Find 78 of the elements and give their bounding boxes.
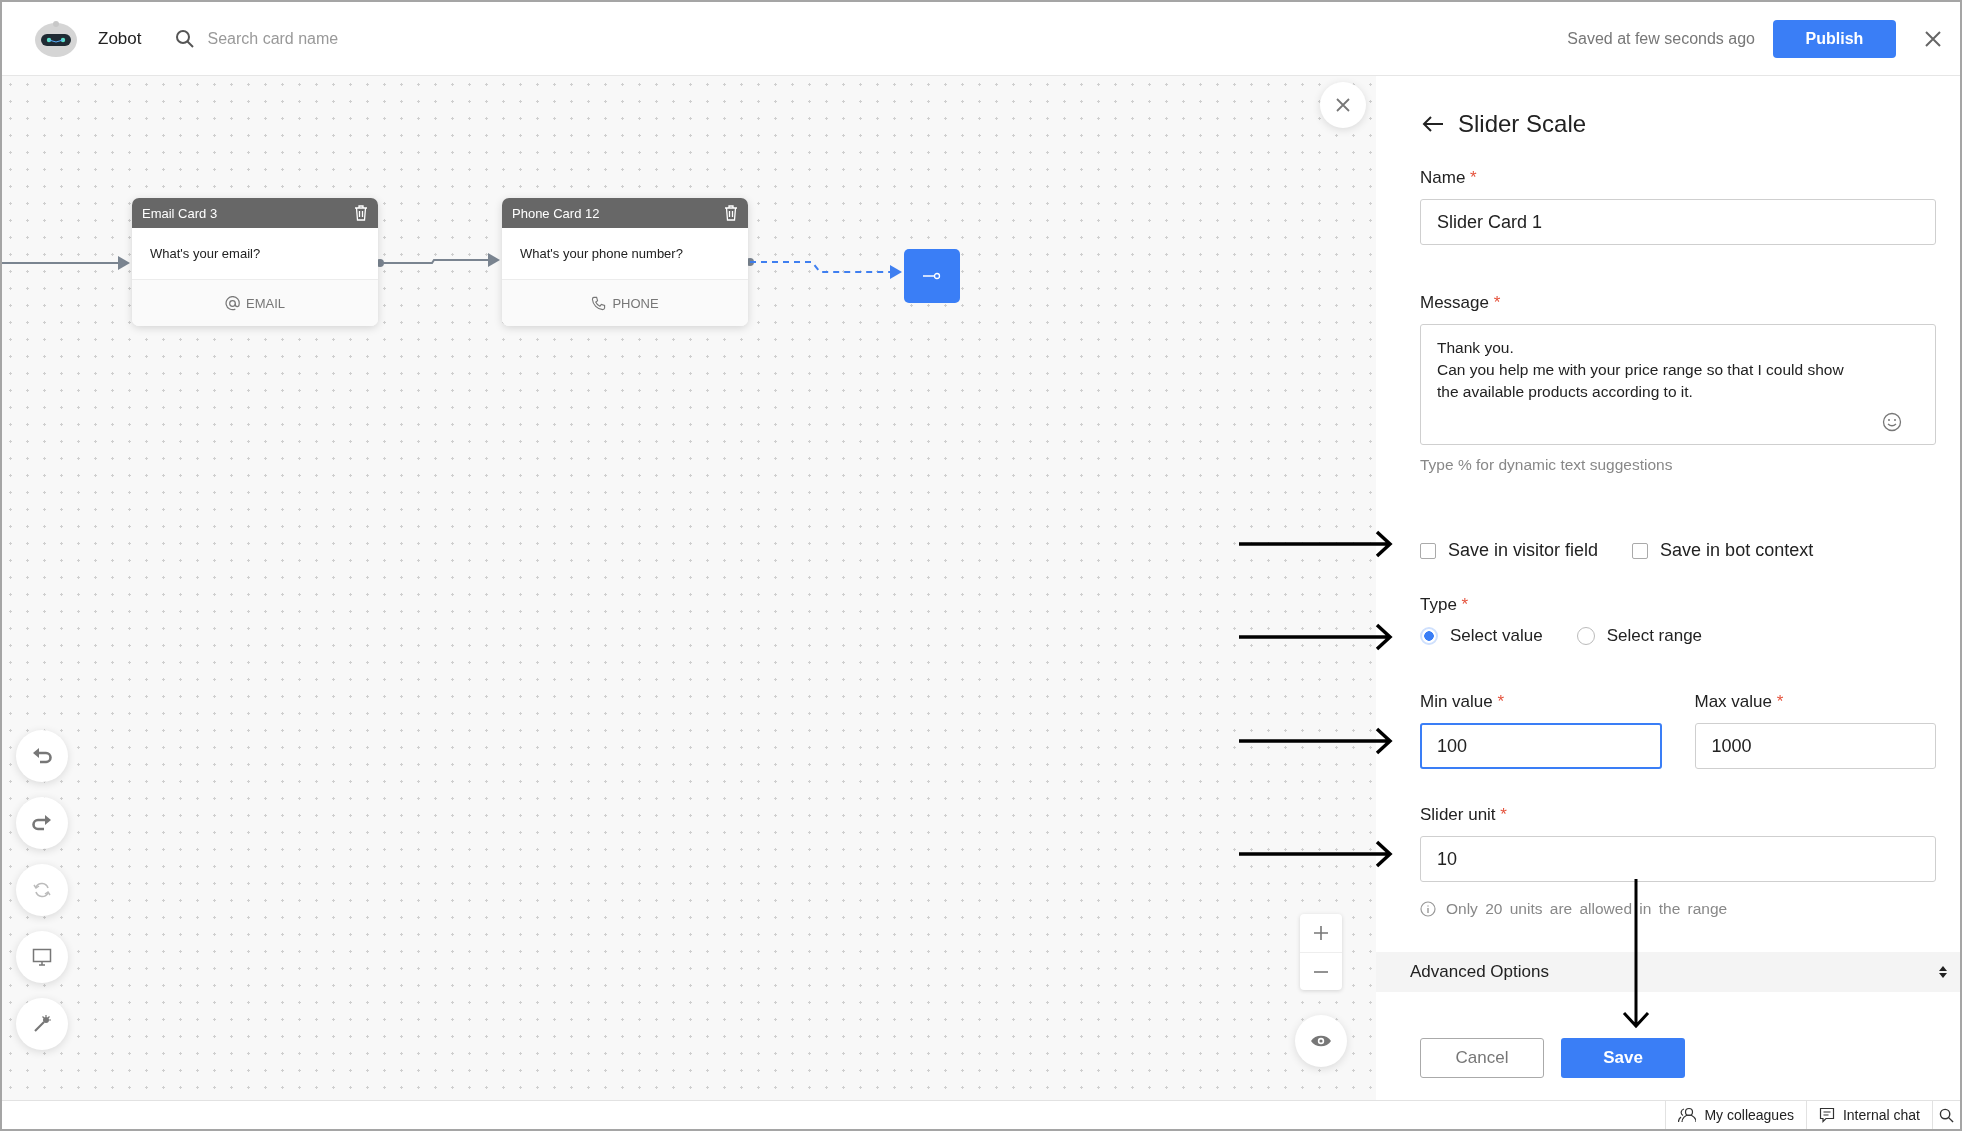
hint-text: Type % for dynamic text suggestions (1420, 456, 1674, 474)
field-label: Name (1420, 168, 1466, 187)
minus-icon (1314, 970, 1328, 973)
close-icon[interactable] (1924, 29, 1942, 48)
save-status: Saved at few seconds ago (1567, 29, 1755, 48)
checkbox-option[interactable]: Save in visitor field (1420, 540, 1599, 561)
required-mark: * (1470, 168, 1477, 187)
field-label: Type (1420, 595, 1457, 614)
search-icon (1939, 1107, 1954, 1123)
save-button[interactable]: Save (1561, 1038, 1685, 1078)
radio-option[interactable]: Select range (1576, 626, 1703, 646)
checkbox[interactable] (1632, 542, 1649, 559)
robot-logo-icon (32, 18, 80, 59)
publish-button[interactable]: Publish (1773, 19, 1896, 58)
field-label: Max value (1694, 692, 1772, 711)
flow-card[interactable]: Email Card 3 What's your email? EMAIL (132, 198, 378, 326)
connector-node-icon (923, 272, 941, 280)
monitor-icon (32, 948, 52, 966)
card-type-label: PHONE (612, 295, 659, 311)
number-field[interactable]: 100 (1420, 723, 1662, 769)
field-label: Min value (1420, 692, 1493, 711)
required-mark: * (1497, 692, 1505, 711)
redo-icon (32, 814, 52, 832)
status-bar-item[interactable]: My colleagues (1665, 1101, 1806, 1129)
trash-icon[interactable] (724, 205, 738, 221)
preview-button[interactable] (16, 931, 68, 983)
status-bar-item[interactable]: Internal chat (1805, 1101, 1932, 1129)
sort-caret-icon (1938, 965, 1948, 979)
trash-icon[interactable] (354, 205, 368, 221)
checkbox[interactable] (1420, 542, 1436, 559)
info-text: Only 20 units are allowed in the range (1446, 900, 1728, 918)
eye-icon (1310, 1034, 1332, 1048)
undo-button[interactable] (16, 730, 68, 782)
required-mark: * (1776, 692, 1784, 711)
cancel-button[interactable]: Cancel (1420, 1038, 1544, 1078)
search-icon (175, 28, 196, 49)
checkbox-label: Save in bot context (1660, 540, 1814, 561)
magic-wand-button[interactable] (16, 998, 68, 1050)
radio-label: Select value (1450, 626, 1543, 646)
end-node[interactable] (904, 249, 960, 303)
field-label: Slider unit (1420, 805, 1496, 824)
undo-icon (32, 747, 52, 765)
panel-title: Slider Scale (1458, 110, 1587, 138)
search-field[interactable]: Search card name (205, 28, 450, 49)
required-mark: * (1461, 595, 1469, 614)
name-field[interactable]: Slider Card 1 (1420, 199, 1936, 245)
required-mark: * (1493, 293, 1501, 312)
redo-button[interactable] (16, 797, 68, 849)
people-icon (1678, 1107, 1697, 1123)
advanced-options-bar[interactable]: Advanced Options (1376, 952, 1960, 992)
checkbox-label: Save in visitor field (1448, 540, 1599, 561)
close-icon (1336, 98, 1350, 112)
phone-icon (591, 295, 607, 311)
advanced-options-label: Advanced Options (1410, 962, 1549, 982)
radio-label: Select range (1606, 626, 1703, 646)
radio-button[interactable] (1420, 627, 1438, 645)
field-label: Message (1420, 293, 1489, 312)
chat-icon (1818, 1107, 1835, 1123)
app-name: Zobot (98, 28, 142, 49)
close-button[interactable] (1320, 82, 1366, 128)
preview-eye-button[interactable] (1295, 1015, 1347, 1067)
magic-wand-icon (33, 1015, 51, 1033)
emoji-icon[interactable] (1882, 412, 1902, 432)
radio-option[interactable]: Select value (1420, 626, 1543, 646)
at-sign-icon (225, 295, 240, 311)
checkbox-option[interactable]: Save in bot context (1632, 540, 1814, 561)
card-type-label: EMAIL (246, 295, 285, 311)
plus-icon (1314, 926, 1328, 940)
info-icon (1420, 901, 1436, 917)
card-title: Phone Card 12 (512, 205, 600, 221)
required-mark: * (1500, 805, 1507, 824)
slider-unit-field[interactable]: 10 (1420, 836, 1936, 882)
number-field[interactable]: 1000 (1694, 723, 1936, 769)
message-field[interactable]: Thank you. Can you help me with your price range so that I could show the available products according to it. (1420, 324, 1936, 445)
card-title: Email Card 3 (142, 205, 218, 221)
refresh-icon (33, 881, 51, 899)
flow-card[interactable]: Phone Card 12 What's your phone number? PHONE (502, 198, 748, 326)
back-arrow-icon[interactable] (1422, 116, 1444, 132)
